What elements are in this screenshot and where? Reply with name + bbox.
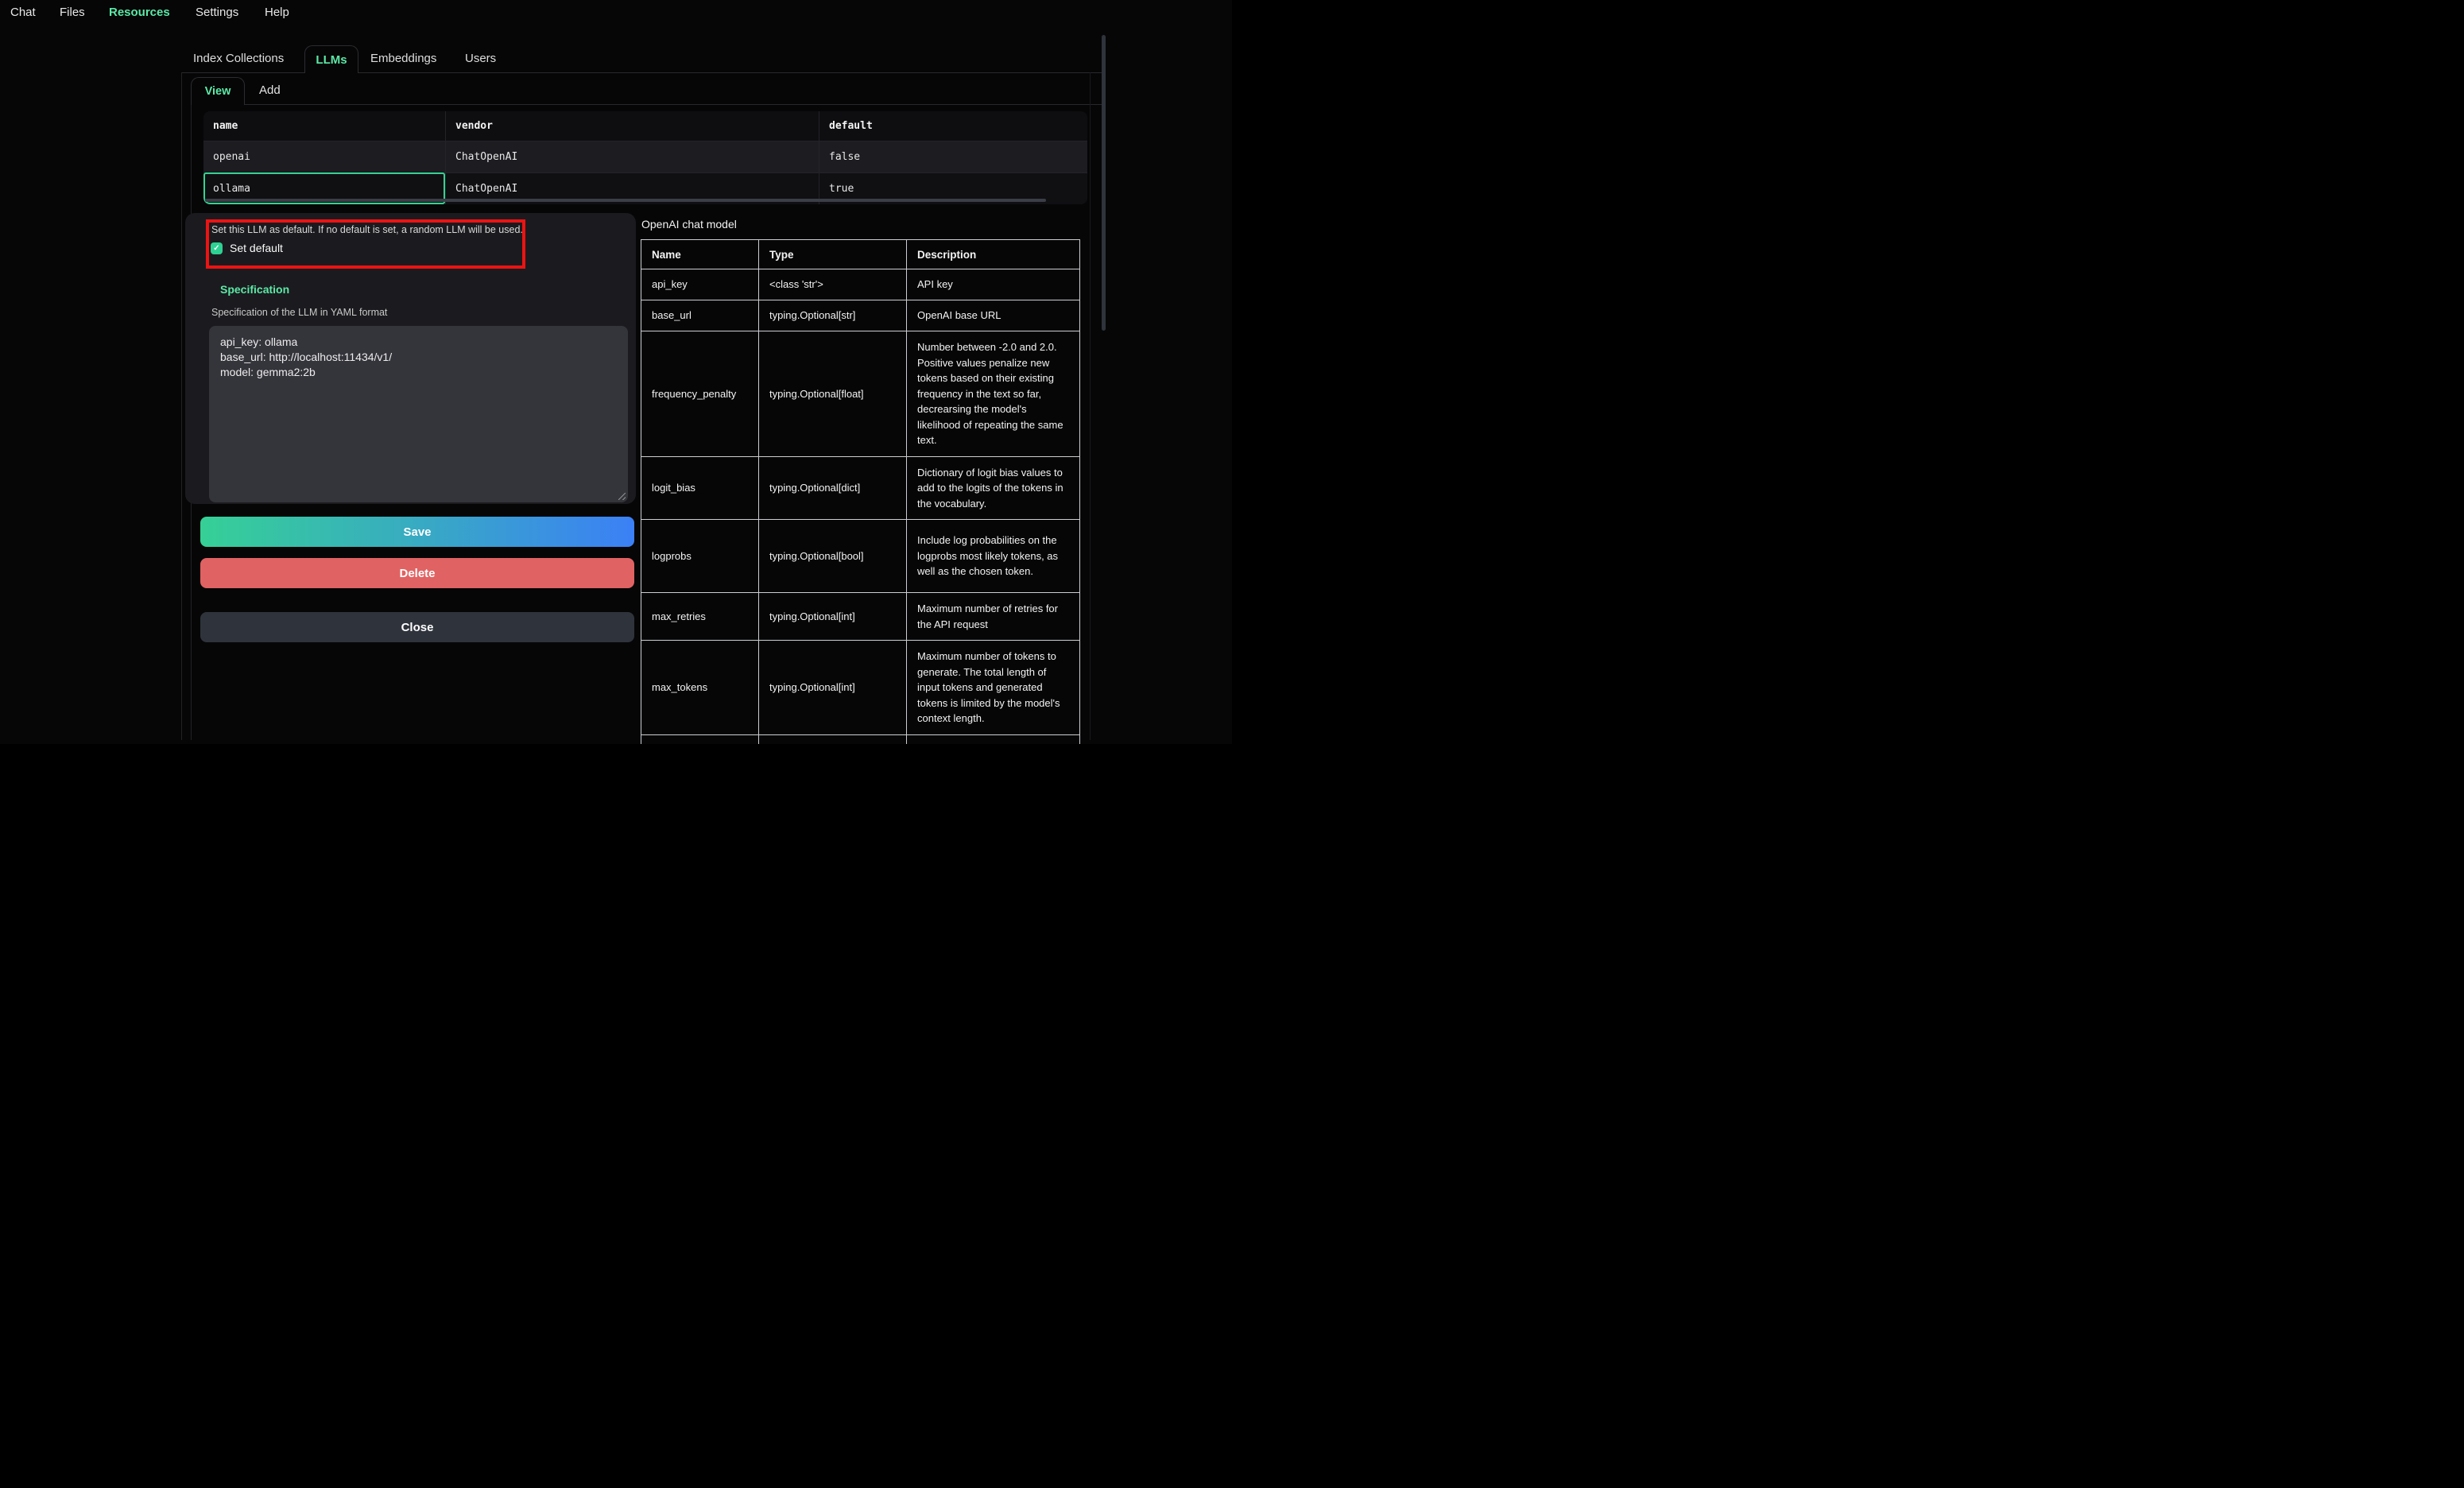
doc-row-logit_bias: logit_biastyping.Optional[dict]Dictionar… [641, 456, 1080, 520]
default-note-text: Set this LLM as default. If no default i… [211, 224, 523, 235]
llm-detail-card: Set this LLM as default. If no default i… [185, 213, 636, 504]
doc-cell: Maximum number of tokens to generate. Th… [907, 641, 1080, 735]
doc-cell: typing.Optional[int] [759, 593, 907, 641]
doc-cell: Maximum number of retries for the API re… [907, 593, 1080, 641]
nav-item-chat[interactable]: Chat [10, 6, 36, 19]
doc-cell: API key [907, 269, 1080, 300]
doc-cell: Dictionary of logit bias values to add t… [907, 456, 1080, 520]
doc-header-row: Name Type Description [641, 240, 1080, 269]
doc-row-clipped [641, 734, 1080, 744]
save-button[interactable]: Save [200, 517, 634, 547]
yaml-spec-textarea[interactable]: api_key: ollama base_url: http://localho… [209, 326, 628, 502]
doc-row-base_url: base_urltyping.Optional[str]OpenAI base … [641, 300, 1080, 331]
nav-item-settings[interactable]: Settings [196, 6, 238, 19]
doc-cell: frequency_penalty [641, 331, 759, 457]
subtab-view[interactable]: View [191, 77, 245, 105]
specification-heading: Specification [220, 283, 289, 296]
doc-cell: <class 'str'> [759, 269, 907, 300]
llm-header-name: name [203, 111, 445, 141]
doc-row-frequency_penalty: frequency_penaltytyping.Optional[float]N… [641, 331, 1080, 457]
doc-cell: Include log probabilities on the logprob… [907, 520, 1080, 593]
tab-llms[interactable]: LLMs [304, 45, 358, 73]
llm-cell: ChatOpenAI [445, 141, 819, 172]
page-vertical-scrollbar[interactable] [1102, 35, 1106, 331]
nav-item-files[interactable]: Files [60, 6, 85, 19]
llm-row-openai[interactable]: openaiChatOpenAIfalse [203, 141, 1087, 172]
panel-right-border [1090, 72, 1091, 740]
close-button[interactable]: Close [200, 612, 634, 642]
llm-header-vendor: vendor [445, 111, 819, 141]
tab-users[interactable]: Users [465, 45, 496, 72]
doc-cell: typing.Optional[bool] [759, 520, 907, 593]
specification-caption: Specification of the LLM in YAML format [211, 307, 387, 318]
tab-index-collections[interactable]: Index Collections [193, 45, 284, 72]
doc-header-description: Description [907, 240, 1080, 269]
delete-button[interactable]: Delete [200, 558, 634, 588]
subtab-view-label: View [205, 85, 231, 98]
model-doc-title: OpenAI chat model [641, 218, 737, 231]
doc-cell: max_tokens [641, 641, 759, 735]
panel-left-border-outer [181, 72, 182, 740]
table-horizontal-scrollbar[interactable] [205, 199, 1046, 202]
doc-header-type: Type [759, 240, 907, 269]
doc-row-max_retries: max_retriestyping.Optional[int]Maximum n… [641, 593, 1080, 641]
llm-table-header: name vendor default [203, 111, 1087, 141]
set-default-label[interactable]: Set default [230, 242, 283, 254]
llm-header-default: default [819, 111, 1087, 141]
doc-row-max_tokens: max_tokenstyping.Optional[int]Maximum nu… [641, 641, 1080, 735]
doc-cell: logit_bias [641, 456, 759, 520]
doc-cell: typing.Optional[int] [759, 641, 907, 735]
tab-embeddings[interactable]: Embeddings [370, 45, 436, 72]
nav-item-resources[interactable]: Resources [109, 6, 170, 19]
doc-row-logprobs: logprobstyping.Optional[bool]Include log… [641, 520, 1080, 593]
doc-cell: Number between -2.0 and 2.0. Positive va… [907, 331, 1080, 457]
model-doc-table: Name Type Description api_key<class 'str… [641, 239, 1080, 744]
doc-cell: typing.Optional[float] [759, 331, 907, 457]
subtab-add[interactable]: Add [259, 77, 281, 104]
app-root: Chat Files Resources Settings Help Index… [0, 0, 1232, 744]
sub-tabs-divider [191, 104, 1104, 105]
doc-cell: typing.Optional[dict] [759, 456, 907, 520]
doc-cell: logprobs [641, 520, 759, 593]
doc-row-api_key: api_key<class 'str'>API key [641, 269, 1080, 300]
tab-llms-label: LLMs [316, 53, 347, 67]
llm-cell: false [819, 141, 1087, 172]
doc-header-name: Name [641, 240, 759, 269]
llm-cell: openai [203, 141, 445, 172]
doc-cell: api_key [641, 269, 759, 300]
llm-list-table: name vendor default openaiChatOpenAIfals… [203, 111, 1087, 204]
doc-cell: base_url [641, 300, 759, 331]
doc-cell: typing.Optional[str] [759, 300, 907, 331]
doc-cell: OpenAI base URL [907, 300, 1080, 331]
doc-cell: max_retries [641, 593, 759, 641]
nav-item-help[interactable]: Help [265, 6, 289, 19]
set-default-checkbox[interactable]: ✓ [211, 242, 223, 254]
check-icon: ✓ [213, 245, 219, 253]
